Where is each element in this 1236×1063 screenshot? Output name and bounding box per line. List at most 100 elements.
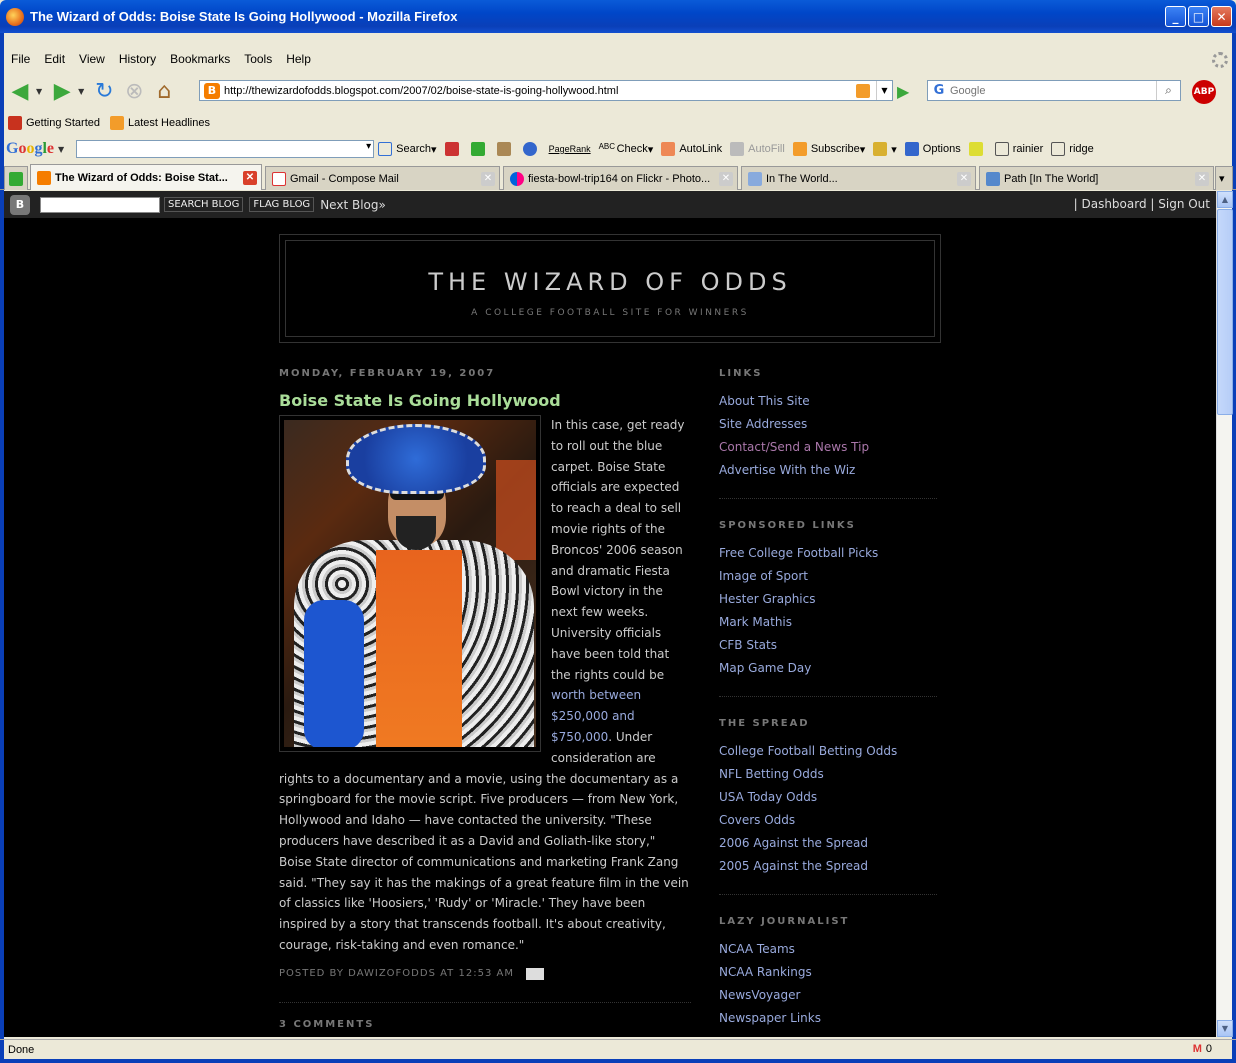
sidebar-link-2006-ats[interactable]: 2006 Against the Spread xyxy=(719,832,937,855)
close-tab-icon[interactable]: ✕ xyxy=(957,171,971,186)
menu-bookmarks[interactable]: Bookmarks xyxy=(163,52,237,66)
autofill-button[interactable]: AutoFill xyxy=(730,142,785,156)
vertical-scrollbar[interactable]: ▲ ▼ xyxy=(1216,191,1233,1037)
bookmark-latest-headlines[interactable]: Latest Headlines xyxy=(110,116,210,130)
photo-hat xyxy=(346,424,486,494)
navbar-user-links: | Dashboard | Sign Out xyxy=(1073,197,1210,211)
options-button[interactable]: Options xyxy=(904,142,961,156)
scroll-down-arrow-icon[interactable]: ▼ xyxy=(1217,1020,1233,1037)
sidebar-link-cfb-stats[interactable]: CFB Stats xyxy=(719,634,937,657)
sidebar-link-mark-mathis[interactable]: Mark Mathis xyxy=(719,611,937,634)
menu-file[interactable]: File xyxy=(4,52,37,66)
blog-search-input[interactable] xyxy=(40,196,160,213)
tab-in-the-world[interactable]: In The World... ✕ xyxy=(741,166,976,190)
menu-view[interactable]: View xyxy=(72,52,112,66)
stop-icon[interactable]: ⊗ xyxy=(120,77,148,105)
close-button[interactable]: ✕ xyxy=(1211,6,1232,27)
post-author-link[interactable]: DAWIZOFODDS xyxy=(348,968,436,979)
bookmarks-button[interactable]: ▾ xyxy=(873,142,897,156)
highlighter-button[interactable] xyxy=(968,142,987,156)
sidebar-link-advertise[interactable]: Advertise With the Wiz xyxy=(719,459,937,482)
new-tab-button[interactable] xyxy=(4,166,28,190)
search-term-ridge[interactable]: ridge xyxy=(1051,142,1094,156)
tab-path-in-the-world[interactable]: Path [In The World] ✕ xyxy=(979,166,1214,190)
url-dropdown-icon[interactable]: ▼ xyxy=(876,81,892,100)
subscribe-button[interactable]: Subscribe ▾ xyxy=(792,142,865,156)
back-arrow-icon[interactable]: ◀ xyxy=(6,77,34,105)
gmail-notifier[interactable]: M 0 xyxy=(1193,1043,1212,1055)
flag-blog-button[interactable]: FLAG BLOG xyxy=(249,197,315,212)
minimize-button[interactable]: _ xyxy=(1165,6,1186,27)
go-arrow-icon[interactable]: ▶ xyxy=(897,82,909,101)
rss-feed-icon[interactable] xyxy=(856,83,870,98)
menu-history[interactable]: History xyxy=(112,52,163,66)
google-logo[interactable]: Google xyxy=(6,140,54,158)
sidebar-link-newsvoyager[interactable]: NewsVoyager xyxy=(719,984,937,1007)
autolink-button[interactable]: AutoLink xyxy=(661,142,722,156)
sidebar-link-hester-graphics[interactable]: Hester Graphics xyxy=(719,588,937,611)
google-menu-dropdown-icon[interactable]: ▼ xyxy=(58,145,64,154)
tab-flickr[interactable]: fiesta-bowl-trip164 on Flickr - Photo...… xyxy=(503,166,738,190)
sidebar-link-ncaa-rankings[interactable]: NCAA Rankings xyxy=(719,961,937,984)
url-bar[interactable]: B http://thewizardofodds.blogspot.com/20… xyxy=(199,80,893,101)
maximize-button[interactable]: □ xyxy=(1188,6,1209,27)
sidebar-link-covers-odds[interactable]: Covers Odds xyxy=(719,809,937,832)
search-input[interactable] xyxy=(950,84,1156,97)
bookmark-getting-started[interactable]: Getting Started xyxy=(8,116,100,130)
close-tab-icon[interactable]: ✕ xyxy=(243,170,257,185)
sidebar-link-newspaper-links[interactable]: Newspaper Links xyxy=(719,1007,937,1030)
sidebar-link-free-picks[interactable]: Free College Football Picks xyxy=(719,542,937,565)
sidebar-link-site-addresses[interactable]: Site Addresses xyxy=(719,413,937,436)
sidebar-link-image-of-sport[interactable]: Image of Sport xyxy=(719,565,937,588)
news-icon xyxy=(444,142,459,156)
post-time-link[interactable]: 12:53 AM xyxy=(458,968,513,979)
sidebar-link-nfl-odds[interactable]: NFL Betting Odds xyxy=(719,763,937,786)
comments-heading[interactable]: 3 COMMENTS xyxy=(279,1019,691,1030)
search-blog-button[interactable]: SEARCH BLOG xyxy=(164,197,244,212)
scroll-thumb[interactable] xyxy=(1217,209,1233,415)
sidebar-link-ncaa-teams[interactable]: NCAA Teams xyxy=(719,938,937,961)
close-tab-icon[interactable]: ✕ xyxy=(719,171,733,186)
email-post-icon[interactable] xyxy=(525,967,544,980)
dashboard-link[interactable]: Dashboard xyxy=(1081,197,1146,211)
next-blog-link[interactable]: Next Blog» xyxy=(320,198,386,212)
url-text[interactable]: http://thewizardofodds.blogspot.com/2007… xyxy=(224,85,856,97)
menu-help[interactable]: Help xyxy=(279,52,318,66)
sign-out-link[interactable]: Sign Out xyxy=(1158,197,1210,211)
google-search-button[interactable]: Search ▾ xyxy=(378,142,437,156)
tab-list-button[interactable]: ▾ xyxy=(1215,166,1233,190)
camera-button[interactable] xyxy=(496,142,515,156)
home-icon[interactable]: ⌂ xyxy=(150,77,178,105)
menu-edit[interactable]: Edit xyxy=(37,52,72,66)
post-image[interactable] xyxy=(279,415,541,752)
compass-button[interactable] xyxy=(522,142,541,156)
sidebar-link-usa-today-odds[interactable]: USA Today Odds xyxy=(719,786,937,809)
close-tab-icon[interactable]: ✕ xyxy=(481,171,495,186)
search-term-rainier[interactable]: rainier xyxy=(994,142,1043,156)
sidebar-link-contact[interactable]: Contact/Send a News Tip xyxy=(719,436,937,459)
adblock-plus-icon[interactable]: ABP xyxy=(1192,80,1216,104)
post-title[interactable]: Boise State Is Going Hollywood xyxy=(279,391,691,410)
forward-arrow-icon[interactable]: ▶ xyxy=(48,77,76,105)
google-toolbar-search-input[interactable] xyxy=(76,140,375,158)
spell-check-button[interactable]: ABC Check ▾ xyxy=(599,142,654,156)
blog-title[interactable]: THE WIZARD OF ODDS xyxy=(286,268,934,296)
google-engine-icon[interactable]: G xyxy=(928,83,950,98)
news-button[interactable] xyxy=(444,142,463,156)
tab-wizard-of-odds[interactable]: The Wizard of Odds: Boise Stat... ✕ xyxy=(30,164,262,190)
back-history-dropdown-icon[interactable]: ▼ xyxy=(36,87,42,96)
blogger-logo-icon[interactable]: B xyxy=(10,194,30,215)
tab-gmail[interactable]: Gmail - Compose Mail ✕ xyxy=(265,166,500,190)
sidebar-link-2005-ats[interactable]: 2005 Against the Spread xyxy=(719,855,937,878)
menu-tools[interactable]: Tools xyxy=(237,52,279,66)
search-bar[interactable]: G ⌕ xyxy=(927,80,1181,101)
forward-history-dropdown-icon[interactable]: ▼ xyxy=(78,87,84,96)
sidebar-link-cfb-odds[interactable]: College Football Betting Odds xyxy=(719,740,937,763)
scroll-up-arrow-icon[interactable]: ▲ xyxy=(1217,191,1233,208)
reload-icon[interactable]: ↻ xyxy=(90,77,118,105)
sidebar-link-about[interactable]: About This Site xyxy=(719,390,937,413)
close-tab-icon[interactable]: ✕ xyxy=(1195,171,1209,186)
sidebar-link-map-game-day[interactable]: Map Game Day xyxy=(719,657,937,680)
clover-button[interactable] xyxy=(470,142,489,156)
search-magnifier-icon[interactable]: ⌕ xyxy=(1156,81,1180,100)
